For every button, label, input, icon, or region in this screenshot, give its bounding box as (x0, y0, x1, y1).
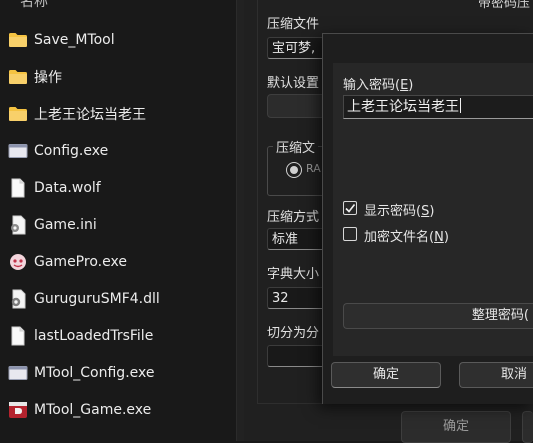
folder-icon (8, 104, 28, 124)
password-text: 上老王论坛当老王 (347, 99, 459, 115)
file-list-item[interactable]: Data.wolf (0, 169, 236, 206)
file-list-item[interactable]: 操作 (0, 58, 236, 95)
enter-password-label: 输入密码(E) (343, 78, 414, 93)
folder-icon (8, 67, 28, 87)
app-window-icon (8, 141, 28, 161)
radio-selected-dot (290, 166, 298, 174)
file-list-item[interactable]: Game.ini (0, 206, 236, 243)
default-settings-label: 默认设置 (267, 76, 320, 91)
file-list-item[interactable]: MTool_Config.exe (0, 354, 236, 391)
file-list-item[interactable]: lastLoadedTrsFile (0, 317, 236, 354)
file-list-item[interactable]: 上老王论坛当老王 (0, 95, 236, 132)
dll-gear-icon (8, 289, 28, 309)
rar-format-label: RA (306, 162, 321, 175)
red-app-icon (8, 400, 28, 420)
encrypt-filenames-label[interactable]: 加密文件名(N) (364, 226, 449, 245)
folder-icon (8, 30, 28, 50)
file-name: MTool_Game.exe (34, 401, 152, 418)
file-list-item[interactable]: MTool_Game.exe (0, 391, 236, 428)
file-name: GuruguruSMF4.dll (34, 290, 160, 307)
file-name: Save_MTool (34, 31, 115, 48)
compression-method-label: 压缩方式 (267, 210, 320, 225)
file-name: 操作 (34, 69, 62, 86)
text-caret (460, 98, 461, 113)
password-ok-button[interactable]: 确定 (331, 362, 441, 388)
file-list-item[interactable]: Save_MTool (0, 21, 236, 58)
archive-ok-button[interactable]: 确定 (401, 411, 511, 443)
file-name: lastLoadedTrsFile (34, 327, 154, 344)
file-name: Data.wolf (34, 179, 101, 196)
file-list-item[interactable]: GuruguruSMF4.dll (0, 280, 236, 317)
file-name: Config.exe (34, 142, 109, 159)
app-window-icon (8, 363, 28, 383)
file-name: Game.ini (34, 216, 97, 233)
checkmark-icon (345, 204, 356, 213)
password-input[interactable]: 上老王论坛当老王 (343, 95, 533, 119)
file-list-item[interactable]: Config.exe (0, 132, 236, 169)
file-list-pane: 名称 Save_MTool 操作上老王论坛当老王 Config.exe Data.wo… (0, 0, 236, 441)
settings-file-icon (8, 215, 28, 235)
show-password-label[interactable]: 显示密码(S) (364, 200, 434, 219)
document-icon (8, 326, 28, 346)
encrypt-filenames-checkbox[interactable] (343, 227, 357, 241)
organize-passwords-button[interactable]: 整理密码( (343, 303, 533, 329)
document-icon (8, 178, 28, 198)
file-name: 上老王论坛当老王 (34, 106, 146, 123)
password-dialog-title: 带密码压 (478, 0, 531, 11)
archive-format-label: 压缩文 (273, 137, 319, 156)
split-volumes-label: 切分为分 (267, 326, 320, 341)
file-list-item[interactable]: GamePro.exe (0, 243, 236, 280)
archive-cancel-button[interactable] (522, 411, 533, 443)
game-app-icon (8, 252, 28, 272)
password-cancel-button[interactable]: 取消 (459, 362, 533, 388)
file-name: MTool_Config.exe (34, 364, 155, 381)
name-column-header[interactable]: 名称 (20, 0, 48, 11)
show-password-checkbox[interactable] (343, 201, 357, 215)
file-name: GamePro.exe (34, 253, 127, 270)
archive-name-label: 压缩文件 (267, 17, 320, 32)
dictionary-size-label: 字典大小 (267, 267, 320, 282)
